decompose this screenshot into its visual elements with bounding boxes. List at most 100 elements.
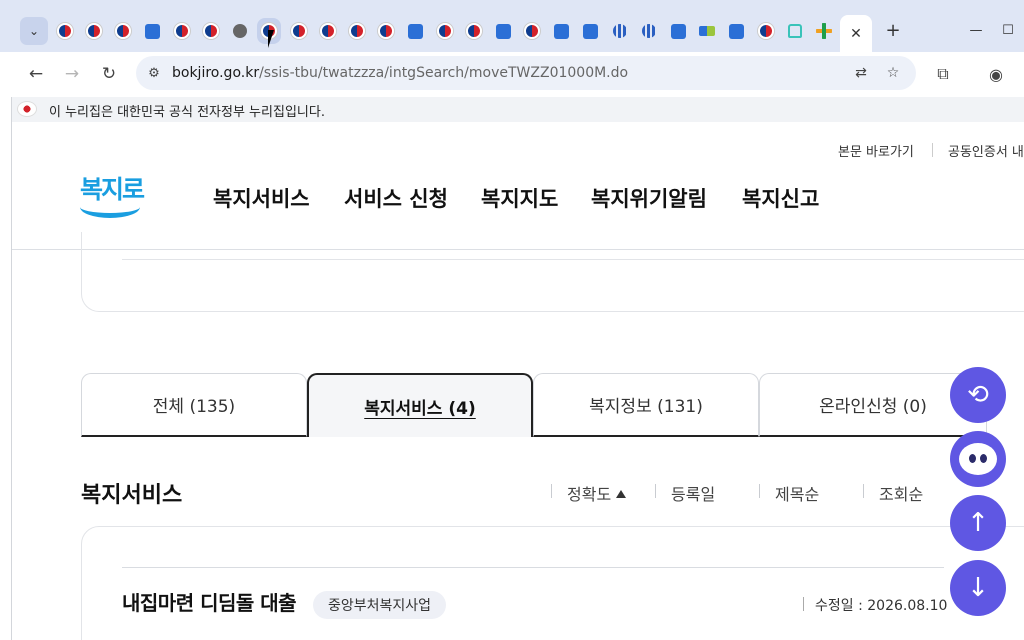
bokjiro-favicon-icon bbox=[670, 23, 686, 39]
browser-tab[interactable] bbox=[462, 18, 486, 44]
extensions-puzzle-icon[interactable]: ⧉ bbox=[930, 61, 956, 87]
gnb-welfare-crisis-alert[interactable]: 복지위기알림 bbox=[591, 183, 707, 213]
gnb-welfare-report[interactable]: 복지신고 bbox=[742, 183, 819, 213]
bookmark-star-icon[interactable]: ☆ bbox=[882, 63, 904, 83]
tab-welfare-info[interactable]: 복지정보 (131) bbox=[533, 373, 759, 437]
search-box-container bbox=[81, 232, 1024, 312]
site-info-icon[interactable]: ⚙ bbox=[144, 63, 164, 83]
browser-tab[interactable] bbox=[579, 18, 603, 44]
browser-tab[interactable] bbox=[812, 18, 836, 44]
result-modified-date: 수정일 : 2026.08.10 bbox=[815, 598, 948, 614]
browser-tab[interactable] bbox=[433, 18, 457, 44]
browser-tab[interactable] bbox=[608, 18, 632, 44]
tab-all[interactable]: 전체 (135) bbox=[81, 373, 307, 437]
browser-tab[interactable] bbox=[403, 18, 427, 44]
gov-favicon-icon bbox=[524, 23, 541, 39]
history-clock-icon: ⟲ bbox=[967, 380, 989, 410]
translate-icon[interactable]: ⇄ bbox=[850, 63, 872, 83]
skip-to-content-link[interactable]: 본문 바로가기 bbox=[838, 141, 914, 160]
browser-tab[interactable] bbox=[111, 18, 135, 44]
logo-smile-icon bbox=[80, 196, 140, 218]
bokjiro-favicon-icon bbox=[495, 23, 511, 39]
bokjiro-favicon-icon bbox=[407, 23, 423, 39]
lh-favicon-icon bbox=[699, 26, 716, 36]
browser-tab[interactable] bbox=[754, 18, 778, 44]
gov-favicon-icon bbox=[290, 23, 307, 39]
gov-favicon-icon bbox=[378, 23, 395, 39]
profile-icon[interactable]: ◉ bbox=[983, 61, 1009, 87]
house-favicon-icon bbox=[788, 24, 802, 38]
tab-search-chevron-down-icon[interactable]: ⌄ bbox=[20, 17, 48, 45]
result-title-link[interactable]: 내집마련 디딤돌 대출 bbox=[122, 587, 297, 616]
browser-tab[interactable] bbox=[170, 18, 194, 44]
bokjiro-favicon-icon bbox=[729, 23, 745, 39]
page-left-border bbox=[11, 97, 12, 640]
back-arrow-icon[interactable]: ← bbox=[22, 60, 50, 88]
arrow-down-icon: ↓ bbox=[967, 573, 989, 603]
browser-tab[interactable] bbox=[725, 18, 749, 44]
bokjiro-favicon-icon bbox=[553, 23, 569, 39]
arrow-up-icon: ↑ bbox=[967, 508, 989, 538]
browser-tab[interactable] bbox=[53, 18, 77, 44]
forward-arrow-icon[interactable]: → bbox=[58, 60, 86, 88]
browser-tab[interactable] bbox=[345, 18, 369, 44]
sort-views[interactable]: 조회순 bbox=[879, 481, 923, 505]
sort-divider bbox=[655, 484, 656, 498]
new-tab-button[interactable]: + bbox=[882, 17, 904, 43]
browser-tab[interactable] bbox=[520, 18, 544, 44]
building-favicon-icon bbox=[612, 24, 627, 38]
browser-tab[interactable] bbox=[82, 18, 106, 44]
scroll-top-button[interactable]: ↑ bbox=[950, 495, 1006, 551]
minimize-icon[interactable]: — bbox=[964, 17, 988, 43]
address-bar[interactable]: ⚙ bokjiro.go.kr/ssis-tbu/twatzzza/intgSe… bbox=[136, 56, 916, 90]
sort-divider bbox=[863, 484, 864, 498]
globe-favicon-icon bbox=[233, 24, 248, 38]
result-divider bbox=[122, 567, 944, 568]
sort-divider bbox=[551, 484, 552, 498]
browser-tab[interactable] bbox=[287, 18, 311, 44]
bokjiro-favicon-icon bbox=[583, 23, 599, 39]
government-banner-text[interactable]: 이 누리집은 대한민국 공식 전자정부 누리집입니다. bbox=[49, 101, 325, 120]
date-divider bbox=[803, 597, 804, 611]
browser-toolbar: ← → ↻ ⚙ bokjiro.go.kr/ssis-tbu/twatzzza/… bbox=[0, 52, 1024, 97]
browser-tab[interactable] bbox=[549, 18, 573, 44]
url-text[interactable]: bokjiro.go.kr/ssis-tbu/twatzzza/intgSear… bbox=[172, 65, 628, 81]
recent-history-button[interactable]: ⟲ bbox=[950, 367, 1006, 423]
browser-tab[interactable] bbox=[491, 18, 515, 44]
sort-divider bbox=[759, 484, 760, 498]
active-tab-close-button[interactable]: ✕ bbox=[840, 15, 872, 52]
sort-registered-date[interactable]: 등록일 bbox=[671, 481, 715, 505]
section-title: 복지서비스 bbox=[81, 483, 183, 508]
gov-favicon-icon bbox=[465, 23, 482, 39]
gnb-service-apply[interactable]: 서비스 신청 bbox=[344, 183, 448, 213]
gov-favicon-icon bbox=[86, 23, 103, 39]
browser-tab[interactable] bbox=[637, 18, 661, 44]
gov-favicon-icon bbox=[349, 23, 365, 39]
tab-welfare-service[interactable]: 복지서비스 (4) bbox=[307, 373, 533, 437]
bokjiro-logo[interactable]: 복지로 bbox=[80, 170, 145, 222]
sort-accuracy[interactable]: 정확도 bbox=[567, 481, 627, 505]
gnb-welfare-map[interactable]: 복지지도 bbox=[481, 183, 558, 213]
certificate-link[interactable]: 공동인증서 내 bbox=[948, 141, 1024, 160]
browser-tab[interactable] bbox=[374, 18, 398, 44]
browser-tab[interactable] bbox=[228, 18, 252, 44]
search-box-divider bbox=[122, 259, 1024, 260]
gnb-welfare-service[interactable]: 복지서비스 bbox=[213, 183, 310, 213]
scroll-bottom-button[interactable]: ↓ bbox=[950, 560, 1006, 616]
chatbot-button[interactable] bbox=[950, 431, 1006, 487]
korea-flag-icon bbox=[18, 102, 36, 116]
util-divider bbox=[932, 143, 933, 157]
browser-tab[interactable] bbox=[141, 18, 165, 44]
browser-tab[interactable] bbox=[666, 18, 690, 44]
maximize-icon[interactable]: ☐ bbox=[996, 17, 1020, 43]
browser-tab[interactable] bbox=[783, 18, 807, 44]
reload-icon[interactable]: ↻ bbox=[95, 60, 123, 88]
bokjiro-favicon-icon bbox=[145, 23, 161, 39]
chatbot-face-icon bbox=[959, 443, 997, 475]
gov-favicon-icon bbox=[757, 23, 774, 39]
browser-tab[interactable] bbox=[695, 18, 719, 44]
sort-title[interactable]: 제목순 bbox=[775, 481, 819, 505]
result-category-badge: 중앙부처복지사업 bbox=[313, 591, 447, 619]
browser-tab[interactable] bbox=[316, 18, 340, 44]
browser-tab[interactable] bbox=[199, 18, 223, 44]
